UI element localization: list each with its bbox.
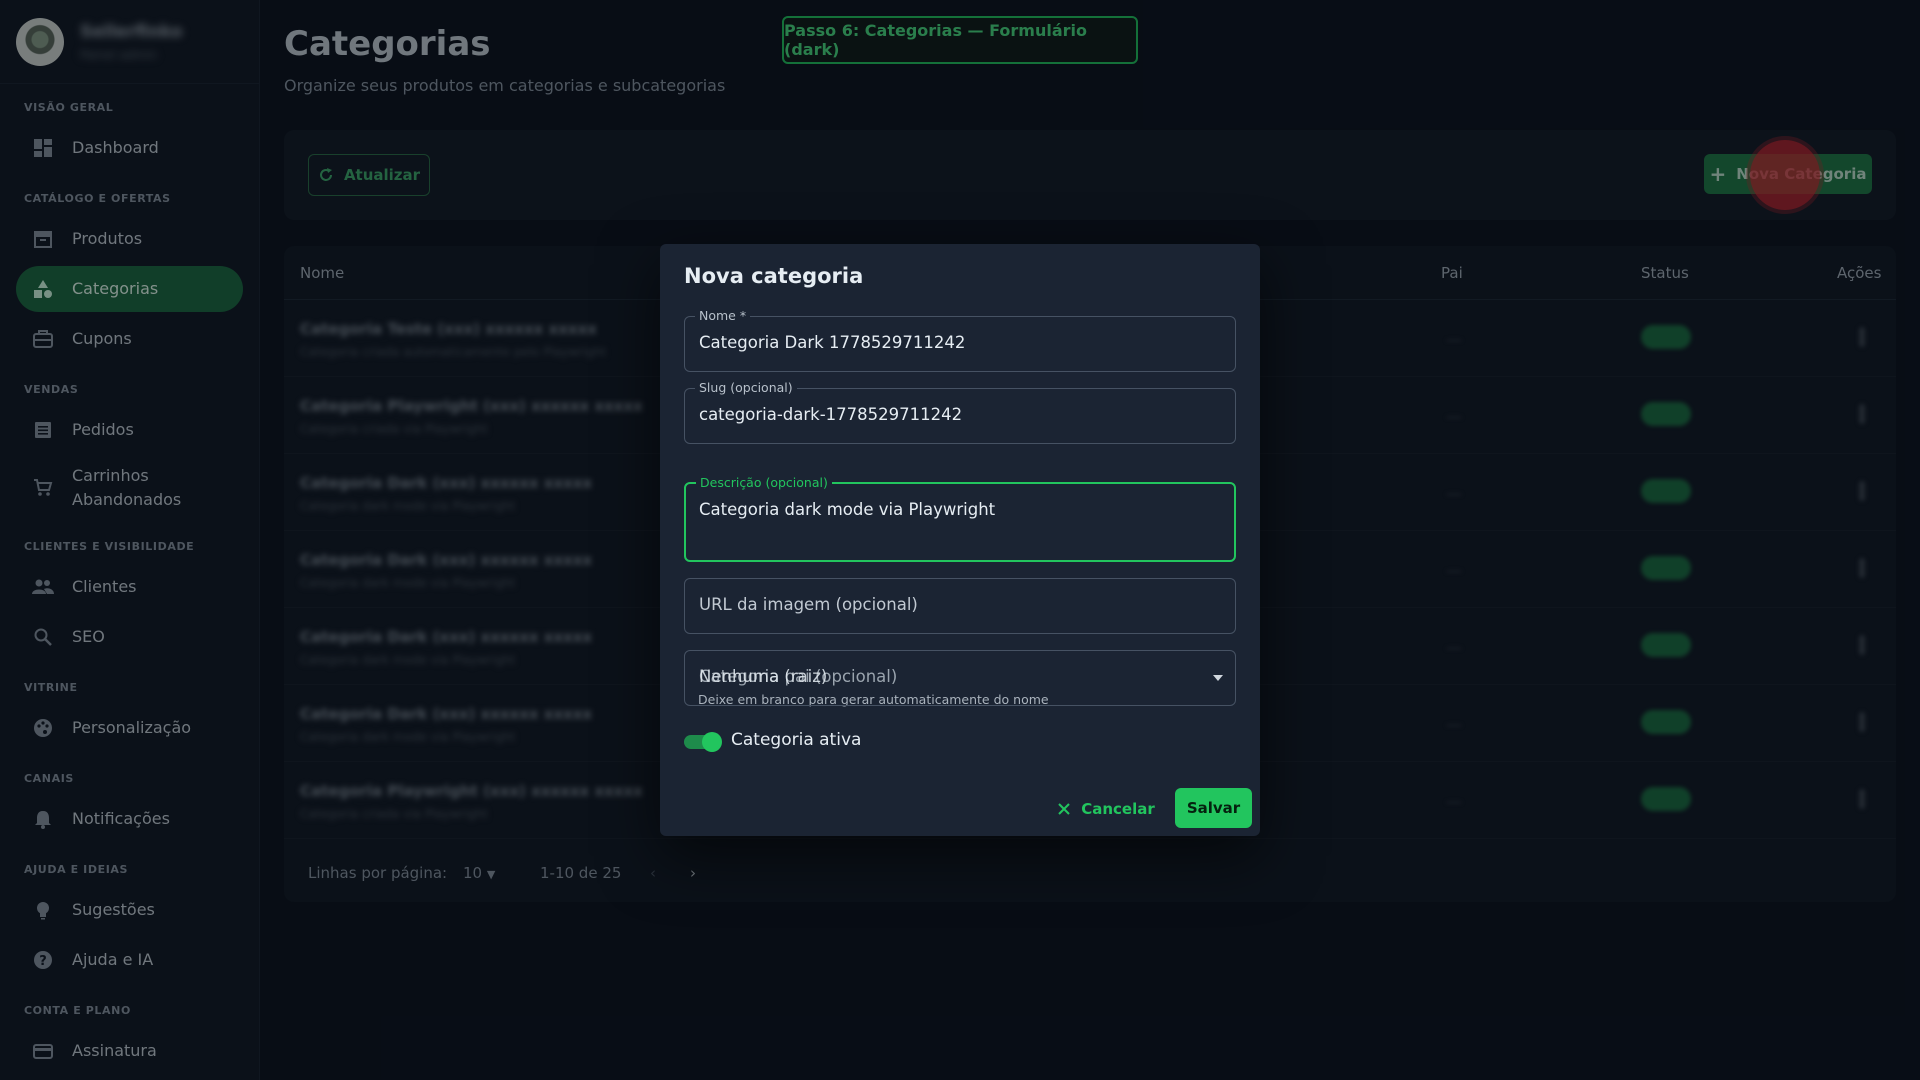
chevron-down-icon <box>1213 675 1223 681</box>
name-field[interactable]: Nome * Categoria Dark 1778529711242 <box>684 308 1236 372</box>
description-value: Categoria dark mode via Playwright <box>699 500 996 519</box>
slug-field[interactable]: Slug (opcional) categoria-dark-177852971… <box>684 380 1236 444</box>
cancel-button[interactable]: Cancelar <box>1056 789 1156 829</box>
slug-label: Slug (opcional) <box>695 380 797 396</box>
parent-value: Nenhuma (raiz) <box>699 667 828 686</box>
toggle-thumb <box>702 732 722 752</box>
new-category-dialog: Nova categoria Nome * Categoria Dark 177… <box>660 244 1260 836</box>
dialog-title: Nova categoria <box>684 264 864 288</box>
parent-category-select[interactable]: Categoria pai (opcional) Nenhuma (raiz) <box>684 650 1236 706</box>
image-url-field[interactable]: URL da imagem (opcional) <box>684 578 1236 634</box>
name-label: Nome * <box>695 308 751 324</box>
cancel-label: Cancelar <box>1081 800 1155 818</box>
image-url-placeholder: URL da imagem (opcional) <box>699 595 918 614</box>
save-button[interactable]: Salvar <box>1175 788 1252 828</box>
active-toggle[interactable] <box>684 732 722 752</box>
description-field[interactable]: Descrição (opcional) Categoria dark mode… <box>684 475 1236 562</box>
name-value: Categoria Dark 1778529711242 <box>699 333 966 352</box>
slug-value: categoria-dark-1778529711242 <box>699 405 963 424</box>
active-label: Categoria ativa <box>731 730 862 750</box>
description-label: Descrição (opcional) <box>696 475 832 491</box>
close-icon <box>1058 803 1070 815</box>
